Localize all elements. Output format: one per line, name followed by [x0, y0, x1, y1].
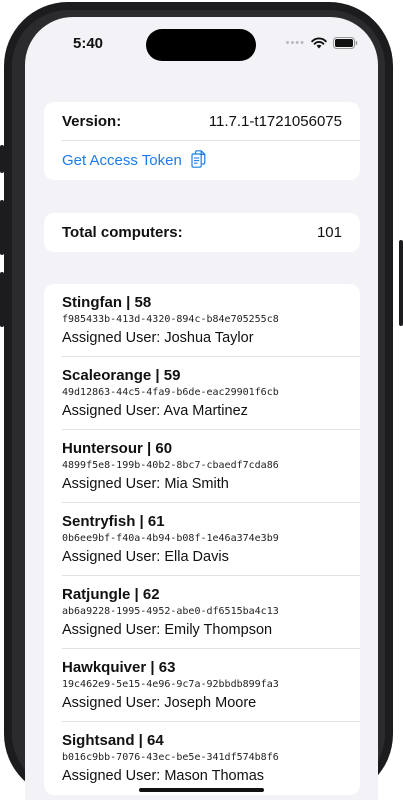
power-button	[399, 240, 403, 326]
computer-id: f985433b-413d-4320-894c-b84e705255c8	[62, 314, 279, 325]
screen: 5:40 •••• Version: 11.7.1-t1721056075 Ge…	[25, 17, 378, 800]
volume-down-button	[0, 272, 4, 327]
signal-dots-icon: ••••	[285, 37, 305, 49]
get-access-token-button[interactable]: Get Access Token	[44, 141, 360, 180]
total-computers-label: Total computers:	[62, 224, 183, 241]
assigned-user: Assigned User: Mason Thomas	[62, 768, 265, 784]
assigned-user: Assigned User: Ava Martinez	[62, 403, 248, 419]
dynamic-island	[146, 29, 256, 61]
computer-id: 0b6ee9bf-f40a-4b94-b08f-1e46a374e3b9	[62, 533, 279, 544]
computer-list-item[interactable]: Scaleorange | 59 49d12863-44c5-4fa9-b6de…	[44, 357, 360, 430]
computer-name: Ratjungle | 62	[62, 586, 160, 603]
computer-list-item[interactable]: Ratjungle | 62 ab6a9228-1995-4952-abe0-d…	[44, 576, 360, 649]
computer-list-item[interactable]: Stingfan | 58 f985433b-413d-4320-894c-b8…	[44, 284, 360, 357]
computer-name: Huntersour | 60	[62, 440, 173, 457]
version-card: Version: 11.7.1-t1721056075 Get Access T…	[44, 102, 360, 180]
assigned-user: Assigned User: Joshua Taylor	[62, 330, 254, 346]
computer-name: Stingfan | 58	[62, 294, 152, 311]
computer-id: 4899f5e8-199b-40b2-8bc7-cbaedf7cda86	[62, 460, 279, 471]
version-value: 11.7.1-t1721056075	[208, 113, 342, 130]
action-button	[0, 145, 4, 173]
computer-list-item[interactable]: Hawkquiver | 63 19c462e9-5e15-4e96-9c7a-…	[44, 649, 360, 722]
assigned-user: Assigned User: Emily Thompson	[62, 622, 273, 638]
home-indicator[interactable]	[139, 788, 264, 792]
total-computers-row: Total computers: 101	[44, 213, 360, 252]
computer-name: Hawkquiver | 63	[62, 659, 176, 676]
battery-icon	[333, 37, 358, 49]
total-computers-card: Total computers: 101	[44, 213, 360, 252]
computer-id: ab6a9228-1995-4952-abe0-df6515ba4c13	[62, 606, 279, 617]
assigned-user: Assigned User: Joseph Moore	[62, 695, 257, 711]
computer-id: b016c9bb-7076-43ec-be5e-341df574b8f6	[62, 752, 279, 763]
assigned-user: Assigned User: Ella Davis	[62, 549, 229, 565]
computer-list-item[interactable]: Sentryfish | 61 0b6ee9bf-f40a-4b94-b08f-…	[44, 503, 360, 576]
computer-id: 49d12863-44c5-4fa9-b6de-eac29901f6cb	[62, 387, 279, 398]
computer-list-item[interactable]: Sightsand | 64 b016c9bb-7076-43ec-be5e-3…	[44, 722, 360, 795]
total-computers-value: 101	[316, 224, 342, 241]
status-time: 5:40	[73, 35, 104, 52]
computer-name: Sightsand | 64	[62, 732, 164, 749]
computer-name: Sentryfish | 61	[62, 513, 165, 530]
version-row: Version: 11.7.1-t1721056075	[44, 102, 360, 141]
get-access-token-label: Get Access Token	[62, 152, 182, 169]
copy-icon	[191, 149, 206, 172]
computer-list-item[interactable]: Huntersour | 60 4899f5e8-199b-40b2-8bc7-…	[44, 430, 360, 503]
computer-id: 19c462e9-5e15-4e96-9c7a-92bbdb899fa3	[62, 679, 279, 690]
version-label: Version:	[62, 113, 122, 130]
status-icons: ••••	[286, 36, 358, 50]
volume-up-button	[0, 200, 4, 255]
assigned-user: Assigned User: Mia Smith	[62, 476, 229, 492]
wifi-icon	[311, 37, 327, 49]
computer-list: Stingfan | 58 f985433b-413d-4320-894c-b8…	[44, 284, 360, 795]
computer-name: Scaleorange | 59	[62, 367, 181, 384]
